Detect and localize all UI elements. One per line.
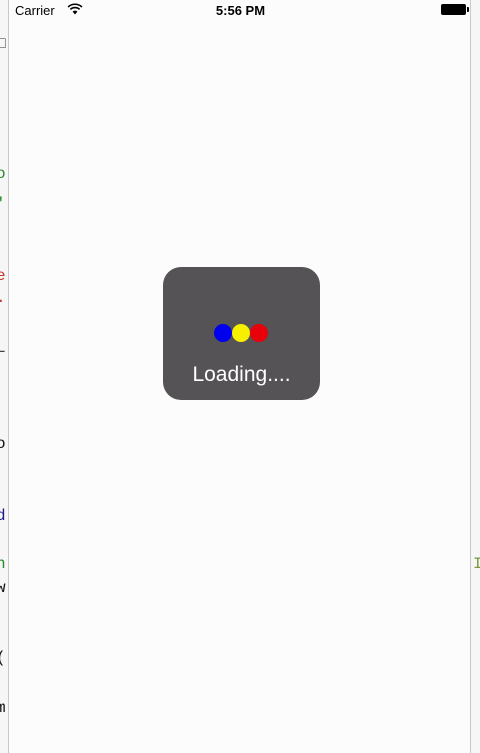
gutter-char: ' <box>0 196 6 212</box>
gutter-char: n <box>0 555 6 573</box>
gutter-char: ( <box>0 650 6 666</box>
device-screen: Carrier 5:56 PM Loading.... <box>8 0 471 753</box>
loading-dots <box>163 324 320 342</box>
battery-icon <box>441 4 469 15</box>
loading-dot-red <box>250 324 268 342</box>
gutter-char: o <box>0 165 6 183</box>
loading-dot-blue <box>214 324 232 342</box>
loading-dot-yellow <box>232 324 250 342</box>
gutter-char: m <box>0 699 6 717</box>
gutter-char: d <box>0 507 6 525</box>
gutter-char: □ <box>0 35 6 53</box>
gutter-char: e <box>0 267 6 285</box>
simulator-window: □ o ' e . L o d n w ( m I Carrier 5:56 P… <box>0 0 480 753</box>
gutter-char: I <box>473 555 480 573</box>
status-bar: Carrier 5:56 PM <box>9 0 472 22</box>
gutter-char: L <box>0 339 6 357</box>
gutter-char: w <box>0 579 6 597</box>
editor-gutter-left: □ o ' e . L o d n w ( m <box>0 0 8 753</box>
status-time: 5:56 PM <box>215 3 266 18</box>
editor-gutter-right: I <box>471 0 480 753</box>
gutter-char: o <box>0 435 6 453</box>
loading-label: Loading.... <box>192 363 291 386</box>
gutter-char: . <box>0 290 6 306</box>
loading-hud: Loading.... <box>163 267 320 400</box>
